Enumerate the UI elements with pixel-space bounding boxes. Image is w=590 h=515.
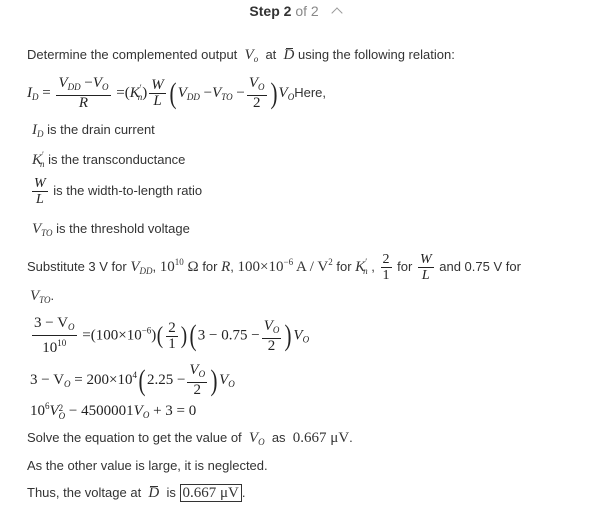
intro-text: Determine the complemented output — [27, 47, 238, 62]
substitute-line: Substitute 3 V for VDD, 1010 Ω for R, 10… — [27, 252, 521, 283]
intro-at: at — [265, 47, 277, 62]
definition-drain-current: ID is the drain current — [32, 122, 155, 139]
equation-2: 3 − VO = 200×104(2.25 − VO 2) VO — [30, 362, 235, 398]
vo-symbol: Vo — [244, 47, 259, 64]
fraction: VDD −VO R — [56, 75, 111, 111]
definition-threshold: VTO is the threshold voltage — [32, 221, 190, 238]
d-bar-symbol: D — [283, 47, 295, 63]
solve-line: Solve the equation to get the value of V… — [27, 430, 353, 447]
answer-line: Thus, the voltage at D is 0.667 μV. — [27, 484, 246, 502]
solved-value: 0.667 μV — [292, 430, 350, 446]
definition-width-length: WL is the width-to-length ratio — [32, 176, 203, 207]
step-header[interactable]: Step 2 of 2 — [0, 3, 590, 19]
equation-1: 3 − VO 1010 =(100×10−6)(2 1)(3 − 0.75 − VO 2… — [32, 315, 310, 356]
final-answer-box: 0.667 μV — [179, 484, 242, 502]
equation-3: 106V 2 O − 4500001VO + 3 = 0 — [30, 401, 197, 421]
substitute-vto: VTO. — [30, 288, 55, 305]
definition-transconductance: K′n is the transconductance — [32, 150, 186, 169]
relation-equation: ID = VDD −VO R =(K′n) W L(VDD −VTO − VO 2) VO… — [27, 75, 326, 111]
intro-after: using the following relation: — [297, 47, 455, 62]
chevron-up-icon[interactable] — [330, 7, 343, 19]
step-total: of 2 — [295, 3, 319, 19]
d-bar-symbol: D — [148, 485, 160, 501]
neglect-line: As the other value is large, it is negle… — [27, 458, 268, 473]
intro-line: Determine the complemented output Vo at … — [27, 47, 455, 64]
here-label: Here, — [294, 84, 326, 100]
step-label: Step 2 — [249, 3, 292, 19]
